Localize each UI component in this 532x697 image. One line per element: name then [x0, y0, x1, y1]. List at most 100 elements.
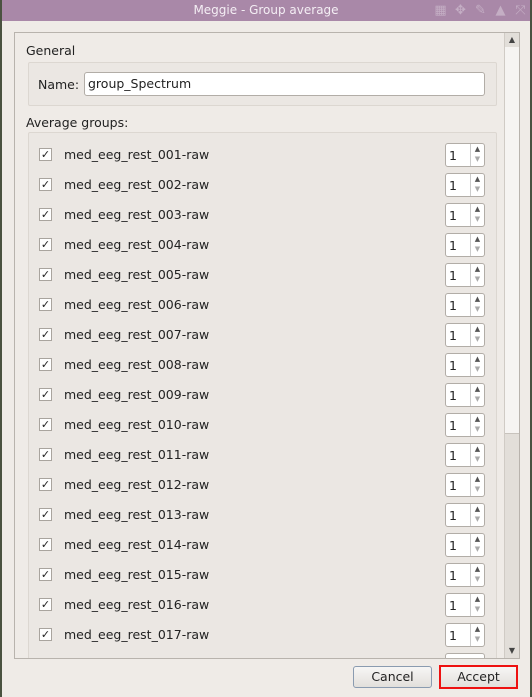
spin-up-icon[interactable]: ▲ — [471, 444, 484, 454]
spin-down-icon[interactable]: ▼ — [471, 634, 484, 644]
group-count-spinbox[interactable]: 1 ▲ ▼ — [445, 173, 485, 197]
spin-up-icon[interactable]: ▲ — [471, 624, 484, 634]
group-count-spinbox[interactable]: 1 ▲ ▼ — [445, 323, 485, 347]
group-checkbox[interactable]: ✓ — [39, 628, 52, 641]
group-label: med_eeg_rest_012-raw — [64, 477, 210, 492]
group-count-spinbox[interactable]: 1 ▲ ▼ — [445, 353, 485, 377]
general-label: General — [26, 43, 76, 58]
spin-down-icon[interactable]: ▼ — [471, 544, 484, 554]
spin-value: 1 — [449, 268, 457, 283]
spin-up-icon[interactable]: ▲ — [471, 294, 484, 304]
name-input[interactable]: group_Spectrum — [84, 72, 485, 96]
group-count-spinbox[interactable]: 1 ▲ ▼ — [445, 593, 485, 617]
group-count-spinbox[interactable]: 1 ▲ ▼ — [445, 263, 485, 287]
group-checkbox[interactable]: ✓ — [39, 508, 52, 521]
spin-up-icon[interactable]: ▲ — [471, 384, 484, 394]
spin-down-icon[interactable]: ▼ — [471, 184, 484, 194]
group-checkbox[interactable]: ✓ — [39, 178, 52, 191]
group-count-spinbox[interactable]: 1 ▲ ▼ — [445, 203, 485, 227]
spin-down-icon[interactable]: ▼ — [471, 574, 484, 584]
average-groups-list: ✓ med_eeg_rest_001-raw 1 ▲ ▼ ✓ med_eeg_res… — [28, 132, 497, 658]
spin-up-icon[interactable]: ▲ — [471, 594, 484, 604]
group-row-partial — [39, 653, 489, 658]
group-label: med_eeg_rest_017-raw — [64, 627, 210, 642]
scroll-down-icon[interactable]: ▼ — [505, 644, 519, 658]
group-label: med_eeg_rest_003-raw — [64, 207, 210, 222]
scroll-up-icon[interactable]: ▲ — [505, 33, 519, 47]
group-count-spinbox[interactable] — [445, 653, 485, 658]
group-checkbox[interactable]: ✓ — [39, 238, 52, 251]
spin-up-icon[interactable]: ▲ — [471, 264, 484, 274]
spin-down-icon[interactable]: ▼ — [471, 604, 484, 614]
group-count-spinbox[interactable]: 1 ▲ ▼ — [445, 563, 485, 587]
group-checkbox[interactable]: ✓ — [39, 418, 52, 431]
spin-down-icon[interactable]: ▼ — [471, 364, 484, 374]
group-count-spinbox[interactable]: 1 ▲ ▼ — [445, 533, 485, 557]
group-row: ✓ med_eeg_rest_014-raw 1 ▲ ▼ — [39, 533, 489, 557]
move-icon[interactable]: ✥ — [453, 3, 468, 18]
spin-down-icon[interactable]: ▼ — [471, 214, 484, 224]
spin-value: 1 — [449, 568, 457, 583]
group-checkbox[interactable]: ✓ — [39, 358, 52, 371]
cancel-button[interactable]: Cancel — [353, 666, 432, 688]
spin-up-icon[interactable]: ▲ — [471, 504, 484, 514]
group-count-spinbox[interactable]: 1 ▲ ▼ — [445, 623, 485, 647]
spin-up-icon[interactable]: ▲ — [471, 204, 484, 214]
spin-value: 1 — [449, 598, 457, 613]
spin-up-icon[interactable]: ▲ — [471, 144, 484, 154]
group-checkbox[interactable]: ✓ — [39, 298, 52, 311]
maximize-icon[interactable]: ⤧ — [513, 3, 528, 18]
group-label: med_eeg_rest_002-raw — [64, 177, 210, 192]
tile-icon[interactable]: ▦ — [433, 3, 448, 18]
group-checkbox[interactable]: ✓ — [39, 148, 52, 161]
spin-up-icon[interactable]: ▲ — [471, 174, 484, 184]
spin-down-icon[interactable]: ▼ — [471, 394, 484, 404]
group-checkbox[interactable]: ✓ — [39, 598, 52, 611]
spin-down-icon[interactable]: ▼ — [471, 484, 484, 494]
group-row: ✓ med_eeg_rest_017-raw 1 ▲ ▼ — [39, 623, 489, 647]
spin-up-icon[interactable]: ▲ — [471, 474, 484, 484]
group-checkbox[interactable]: ✓ — [39, 268, 52, 281]
spin-value: 1 — [449, 628, 457, 643]
spin-value: 1 — [449, 208, 457, 223]
title-bar[interactable]: Meggie - Group average ▦ ✥ ✎ ▲ ⤧ — [2, 0, 530, 21]
group-checkbox[interactable]: ✓ — [39, 448, 52, 461]
spin-down-icon[interactable]: ▼ — [471, 334, 484, 344]
spin-down-icon[interactable]: ▼ — [471, 154, 484, 164]
spin-up-icon[interactable]: ▲ — [471, 234, 484, 244]
group-checkbox[interactable]: ✓ — [39, 568, 52, 581]
scrollbar-thumb[interactable] — [505, 47, 519, 434]
group-count-spinbox[interactable]: 1 ▲ ▼ — [445, 443, 485, 467]
spin-down-icon[interactable]: ▼ — [471, 424, 484, 434]
group-checkbox[interactable]: ✓ — [39, 328, 52, 341]
group-row: ✓ med_eeg_rest_003-raw 1 ▲ ▼ — [39, 203, 489, 227]
spin-up-icon[interactable]: ▲ — [471, 534, 484, 544]
group-row: ✓ med_eeg_rest_002-raw 1 ▲ ▼ — [39, 173, 489, 197]
spin-up-icon[interactable]: ▲ — [471, 324, 484, 334]
pin-icon[interactable]: ✎ — [473, 3, 488, 18]
group-count-spinbox[interactable]: 1 ▲ ▼ — [445, 413, 485, 437]
shade-icon[interactable]: ▲ — [493, 3, 508, 18]
spin-value: 1 — [449, 178, 457, 193]
spin-down-icon[interactable]: ▼ — [471, 514, 484, 524]
group-count-spinbox[interactable]: 1 ▲ ▼ — [445, 233, 485, 257]
group-checkbox[interactable]: ✓ — [39, 388, 52, 401]
spin-down-icon[interactable]: ▼ — [471, 244, 484, 254]
group-checkbox[interactable]: ✓ — [39, 478, 52, 491]
group-count-spinbox[interactable]: 1 ▲ ▼ — [445, 473, 485, 497]
group-count-spinbox[interactable]: 1 ▲ ▼ — [445, 143, 485, 167]
group-checkbox[interactable]: ✓ — [39, 538, 52, 551]
group-count-spinbox[interactable]: 1 ▲ ▼ — [445, 503, 485, 527]
group-count-spinbox[interactable]: 1 ▲ ▼ — [445, 383, 485, 407]
spin-up-icon[interactable]: ▲ — [471, 564, 484, 574]
group-count-spinbox[interactable]: 1 ▲ ▼ — [445, 293, 485, 317]
spin-up-icon[interactable]: ▲ — [471, 354, 484, 364]
spin-down-icon[interactable]: ▼ — [471, 454, 484, 464]
group-label: med_eeg_rest_014-raw — [64, 537, 210, 552]
spin-up-icon[interactable]: ▲ — [471, 414, 484, 424]
spin-down-icon[interactable]: ▼ — [471, 274, 484, 284]
accept-button[interactable]: Accept — [439, 665, 518, 689]
spin-down-icon[interactable]: ▼ — [471, 304, 484, 314]
group-checkbox[interactable]: ✓ — [39, 208, 52, 221]
scrollbar[interactable]: ▲ ▼ — [504, 33, 519, 658]
